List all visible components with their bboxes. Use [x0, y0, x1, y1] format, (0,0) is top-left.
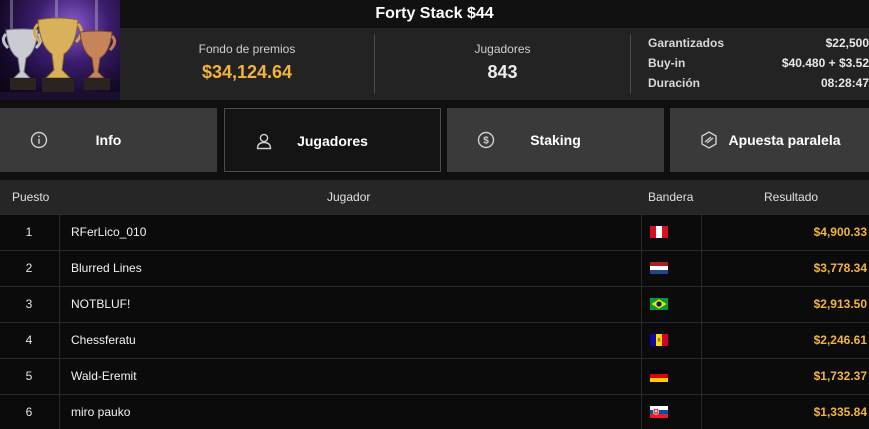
tab-staking-label: Staking [530, 132, 581, 148]
guaranteed-row: Garantizados $22,500 [648, 36, 869, 56]
player-count: Jugadores 843 [375, 28, 630, 100]
tab-staking[interactable]: $ Staking [447, 108, 664, 172]
prize-pool-value: $34,124.64 [201, 62, 293, 82]
guaranteed-label: Garantizados [648, 36, 725, 50]
player-name: NOTBLUF! [59, 287, 641, 322]
buyin-value: $40.480 + $3.52 [781, 56, 869, 70]
tournament-title: Forty Stack $44 [375, 5, 494, 22]
player-name: Chessferatu [59, 323, 641, 358]
result-cell: $1,732.37 [813, 369, 867, 383]
header-player: Jugador [327, 190, 371, 204]
table-row[interactable]: 4 Chessferatu $2,246.61 [0, 322, 869, 358]
buyin-label: Buy-in [648, 56, 686, 70]
guaranteed-value: $22,500 [825, 36, 869, 50]
results-table: Puesto Jugador Bandera Resultado 1 RFerL… [0, 180, 869, 429]
player-name: miro pauko [59, 395, 641, 429]
slovakia-flag [650, 406, 668, 418]
stats-bar: Fondo de premios $34,124.64 Jugadores 84… [120, 28, 869, 100]
prize-pool-label: Fondo de premios [198, 42, 296, 56]
flag-cell [641, 215, 702, 250]
rank-cell: 3 [25, 297, 33, 311]
tab-side-bet[interactable]: Apuesta paralela [670, 108, 869, 172]
flag-cell [641, 287, 702, 322]
brazil-flag [650, 298, 668, 310]
flag-cell [641, 359, 702, 394]
player-name: Wald-Eremit [59, 359, 641, 394]
players-value: 843 [487, 62, 518, 82]
result-cell: $2,246.61 [813, 333, 867, 347]
result-cell: $3,778.34 [813, 261, 867, 275]
flag-cell [641, 395, 702, 429]
flag-cell [641, 323, 702, 358]
trophies-image [0, 0, 120, 100]
netherlands-flag [650, 262, 668, 274]
rank-cell: 4 [25, 333, 33, 347]
buyin-row: Buy-in $40.480 + $3.52 [648, 56, 869, 76]
prize-pool: Fondo de premios $34,124.64 [120, 28, 374, 100]
tab-players[interactable]: Jugadores [224, 108, 441, 172]
header-result: Resultado [764, 190, 819, 204]
header-flag: Bandera [648, 190, 694, 204]
rank-cell: 6 [25, 405, 33, 419]
players-label: Jugadores [474, 42, 531, 56]
tab-side-bet-label: Apuesta paralela [728, 132, 841, 148]
flag-cell [641, 251, 702, 286]
divider [630, 34, 631, 94]
player-name: RFerLico_010 [59, 215, 641, 250]
tab-info[interactable]: Info [0, 108, 217, 172]
result-cell: $2,913.50 [813, 297, 867, 311]
header-rank: Puesto [12, 190, 50, 204]
player-name: Blurred Lines [59, 251, 641, 286]
rank-cell: 5 [25, 369, 33, 383]
andorra-flag [650, 334, 668, 346]
table-header: Puesto Jugador Bandera Resultado [0, 180, 869, 214]
tab-players-label: Jugadores [297, 133, 368, 149]
result-cell: $4,900.33 [813, 225, 867, 239]
rank-cell: 1 [25, 225, 33, 239]
peru-flag [650, 226, 668, 238]
table-row[interactable]: 3 NOTBLUF! $2,913.50 [0, 286, 869, 322]
table-row[interactable]: 2 Blurred Lines $3,778.34 [0, 250, 869, 286]
table-row[interactable]: 5 Wald-Eremit $1,732.37 [0, 358, 869, 394]
table-row[interactable]: 6 miro pauko $1,335.84 [0, 394, 869, 429]
duration-label: Duración [648, 76, 701, 90]
title-bar: Forty Stack $44 [0, 0, 869, 28]
result-cell: $1,335.84 [813, 405, 867, 419]
tab-info-label: Info [95, 132, 122, 148]
tab-bar: Info Jugadores $ Staking Apuesta paralel… [0, 108, 869, 172]
tournament-details: Garantizados $22,500 Buy-in $40.480 + $3… [648, 36, 869, 96]
duration-value: 08:28:47 [820, 76, 869, 90]
table-row[interactable]: 1 RFerLico_010 $4,900.33 [0, 214, 869, 250]
germany-flag [650, 370, 668, 382]
rank-cell: 2 [25, 261, 33, 275]
duration-row: Duración 08:28:47 [648, 76, 869, 96]
